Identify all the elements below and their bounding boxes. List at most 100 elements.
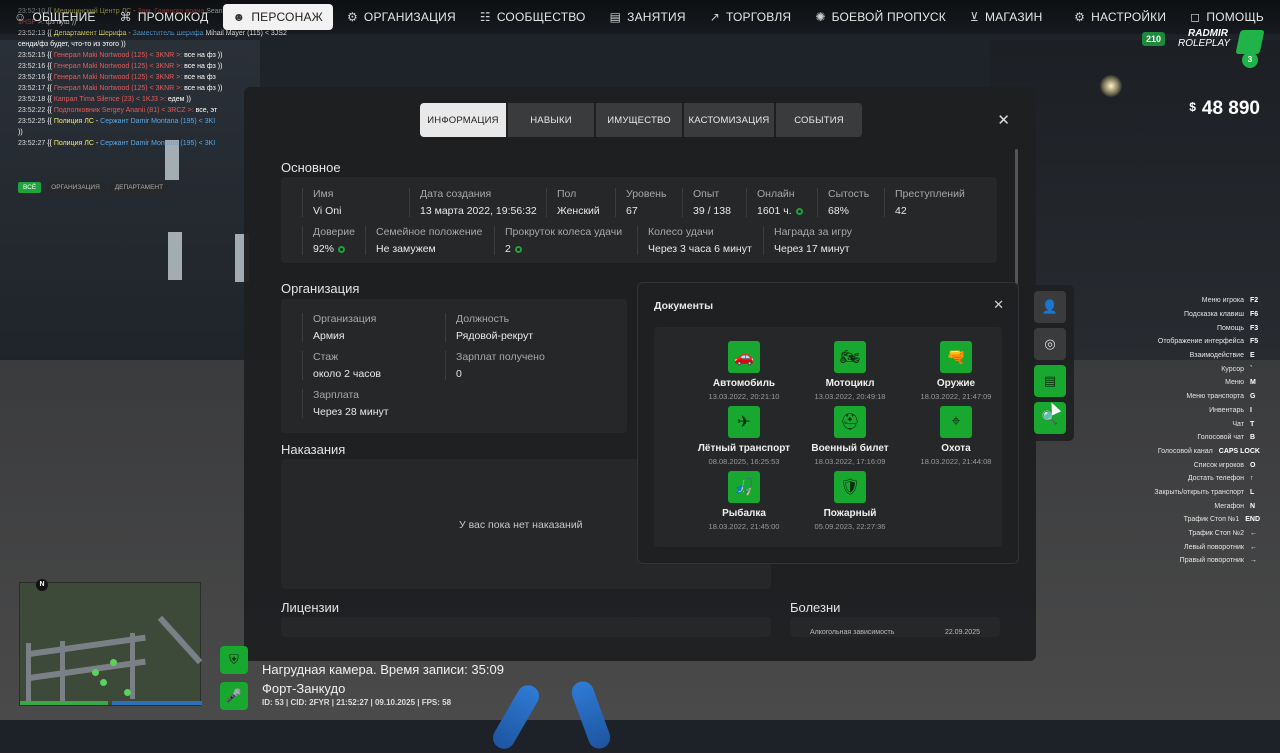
hotkey-action: Голосовой чат: [1197, 434, 1244, 442]
document-item[interactable]: 🚗 Автомобиль 13.03.2022, 20:21:10: [689, 341, 799, 401]
minimap-road: [130, 633, 135, 699]
hotkey-key: `: [1250, 365, 1253, 373]
field-value-text: 2: [505, 243, 511, 255]
tab-events[interactable]: СОБЫТИЯ: [776, 103, 862, 137]
character-tabs: ИНФОРМАЦИЯ НАВЫКИ ИМУЩЕСТВО КАСТОМИЗАЦИЯ…: [420, 103, 862, 137]
nav-left-8[interactable]: ⊻ МАГАЗИН: [960, 4, 1053, 30]
steering-wheel-icon[interactable]: ◎: [1034, 328, 1066, 360]
community-icon: ☷: [479, 10, 491, 24]
hotkey-action: Курсор: [1221, 365, 1244, 373]
hotkey-row: Правый поворотник →: [1154, 554, 1260, 568]
field-value-text: 39 / 138: [693, 205, 731, 217]
shield-icon: ⛨: [220, 646, 248, 674]
illnesses-card: Алкогольная зависимость 22.09.2025: [790, 617, 1000, 637]
info-field: Колесо удачи Через 3 часа 6 минут: [637, 226, 752, 255]
document-item[interactable]: ⛑ Военный билет 18.03.2022, 17:16:09: [795, 406, 905, 466]
minimap-marker: [124, 689, 131, 696]
minimap-road: [60, 641, 65, 701]
field-value: 67: [626, 205, 666, 217]
document-item[interactable]: 🛡 Пожарный 05.09.2023, 22:27:36: [795, 471, 905, 531]
field-value: Армия: [313, 330, 345, 342]
document-item[interactable]: 🎣 Рыбалка 18.03.2022, 21:45:00: [689, 471, 799, 531]
chat-segment: {{: [47, 63, 54, 70]
document-date: 13.03.2022, 20:49:18: [814, 392, 886, 401]
tab-skills[interactable]: НАВЫКИ: [508, 103, 594, 137]
field-value-text: 68%: [828, 205, 850, 217]
document-card-icon[interactable]: ▤: [1034, 365, 1066, 397]
logo-subtext: ROLEPLAY: [1178, 38, 1231, 49]
info-field: Уровень 67: [615, 188, 666, 217]
hotkey-row: Левый поворотник ←: [1154, 540, 1260, 554]
hotkey-action: Правый поворотник: [1179, 557, 1244, 565]
chat-tab-department[interactable]: ДЕПАРТАМЕНТ: [109, 182, 169, 193]
tab-property[interactable]: ИМУЩЕСТВО: [596, 103, 682, 137]
chat-tab-all[interactable]: ВСЁ: [18, 182, 42, 193]
field-value: 1601 ч.: [757, 205, 803, 217]
hotkey-key: T: [1250, 420, 1255, 428]
nav-left-1[interactable]: ⌘ ПРОМОКОД: [110, 4, 219, 30]
document-item[interactable]: ✈ Лётный транспорт 08.08.2025, 16:25:53: [689, 406, 799, 466]
chat-segment: все на фз )): [182, 85, 223, 92]
nav-label: НАСТРОЙКИ: [1091, 10, 1167, 24]
field-label: Организация: [313, 313, 377, 325]
fire-shield-icon: 🛡: [834, 471, 866, 503]
nav-right-1[interactable]: ◻ ПОМОЩЬ: [1180, 4, 1274, 30]
nav-left-0[interactable]: ☺ ОБЩЕНИЕ: [4, 4, 106, 30]
hotkey-action: Помощь: [1216, 324, 1244, 332]
info-icon[interactable]: [338, 245, 346, 253]
nav-label: ПЕРСОНАЖ: [251, 10, 323, 24]
nav-label: ТОРГОВЛЯ: [726, 10, 792, 24]
chat-tab-organization[interactable]: ОРГАНИЗАЦИЯ: [46, 182, 105, 193]
document-date: 08.08.2025, 16:25:53: [708, 457, 780, 466]
close-icon[interactable]: ✕: [997, 111, 1010, 129]
document-name: Лётный транспорт: [697, 443, 791, 454]
minimap-road: [157, 615, 203, 665]
info-icon[interactable]: [795, 207, 803, 215]
field-label: Должность: [456, 313, 510, 325]
field-label: Имя: [313, 188, 334, 200]
book-icon: ▤: [609, 10, 622, 24]
info-field: Преступлений 42: [884, 188, 965, 217]
nav-left-4[interactable]: ☷ СООБЩЕСТВО: [470, 4, 596, 30]
field-value-text: 1601 ч.: [757, 205, 792, 217]
hotkey-action: Левый поворотник: [1184, 543, 1244, 551]
document-item[interactable]: 🏍 Мотоцикл 13.03.2022, 20:49:18: [795, 341, 905, 401]
hotkey-row: Мегафон N: [1154, 499, 1260, 513]
nav-left-6[interactable]: ↗ ТОРГОВЛЯ: [700, 4, 802, 30]
field-label: Пол: [557, 188, 577, 200]
info-icon[interactable]: [514, 245, 522, 253]
document-item[interactable]: ⌖ Охота 18.03.2022, 21:44:08: [901, 406, 1011, 466]
chat-segment: Генерал Maki Nortwood (125) < 3KNR >:: [53, 63, 183, 70]
panel-scrollbar[interactable]: [1015, 149, 1018, 299]
nav-left-7[interactable]: ✺ БОЕВОЙ ПРОПУСК: [805, 4, 956, 30]
chat-segment: Генерал Maki Nortwood (125) < 3KNR >:: [53, 52, 183, 59]
nav-left-5[interactable]: ▤ ЗАНЯТИЯ: [600, 4, 696, 30]
field-value-text: Через 17 минут: [774, 243, 850, 255]
field-value-text: 67: [626, 205, 638, 217]
licenses-card: [281, 617, 771, 637]
hotkey-key: E: [1250, 352, 1255, 360]
nav-left-2[interactable]: ☻ ПЕРСОНАЖ: [222, 4, 333, 30]
chat-segment: все на фз: [182, 74, 216, 81]
hotkey-key: F3: [1250, 324, 1259, 332]
hotkey-row: Закрыть/открыть транспорт L: [1154, 486, 1260, 500]
section-title-licenses: Лицензии: [281, 600, 339, 615]
hotkey-key: ←: [1250, 530, 1257, 538]
tab-information[interactable]: ИНФОРМАЦИЯ: [420, 103, 506, 137]
hotkey-action: Мегафон: [1214, 502, 1244, 510]
tab-customization[interactable]: КАСТОМИЗАЦИЯ: [684, 103, 774, 137]
hotkey-key: F2: [1250, 297, 1259, 305]
armor-bar: [112, 701, 202, 705]
person-icon[interactable]: 👤: [1034, 291, 1066, 323]
chat-segment: Подполковник Sergey Ananii (81) < 3RCZ >…: [53, 107, 194, 114]
money-display: $ 48 890: [1189, 98, 1260, 120]
field-label: Прокруток колеса удачи: [505, 226, 623, 238]
street-lamp: [1100, 75, 1122, 97]
document-name: Охота: [941, 443, 971, 454]
car-icon: 🚗: [728, 341, 760, 373]
close-icon[interactable]: ✕: [993, 297, 1004, 313]
document-item[interactable]: 🔫 Оружие 18.03.2022, 21:47:09: [901, 341, 1011, 401]
hotkey-row: Курсор `: [1154, 362, 1260, 376]
nav-right-0[interactable]: ⚙ НАСТРОЙКИ: [1064, 4, 1176, 30]
nav-left-3[interactable]: ⚙ ОРГАНИЗАЦИЯ: [337, 4, 466, 30]
